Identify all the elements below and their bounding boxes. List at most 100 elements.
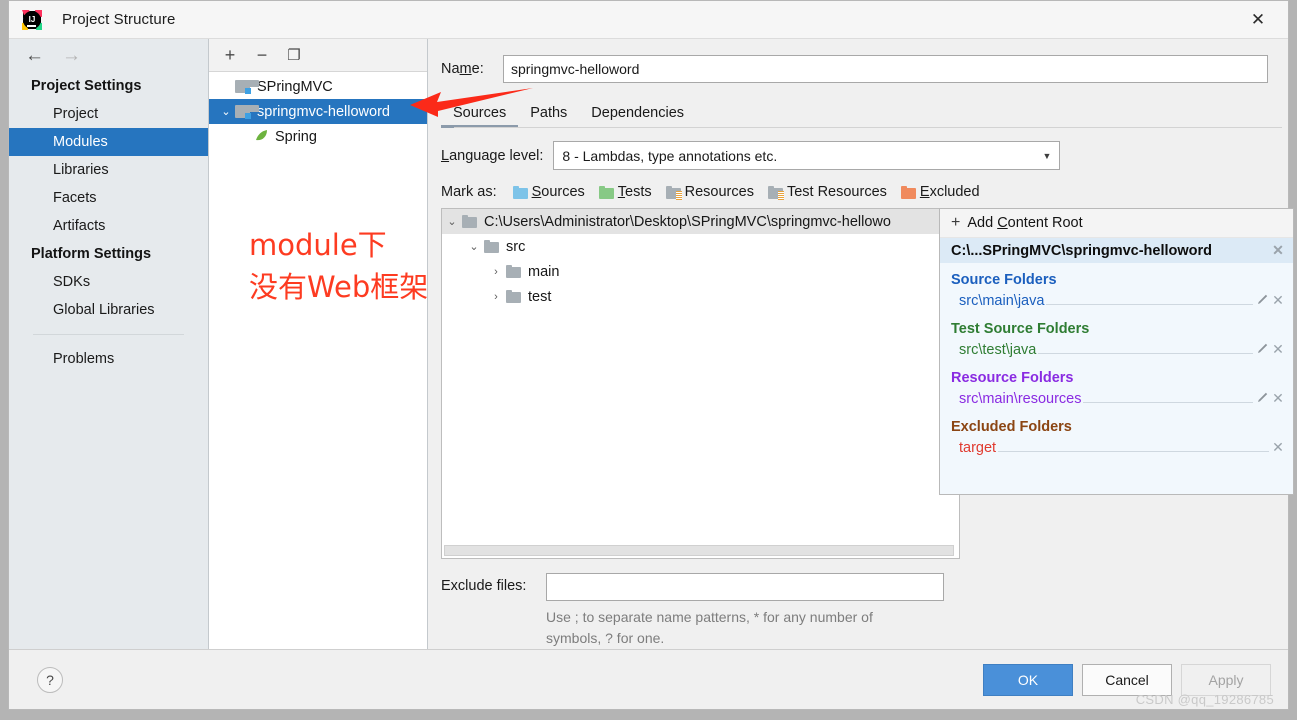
test-source-folder-path: src\test\java (959, 341, 1037, 358)
modules-tree: SPringMVC ⌄ springmvc-helloword Spring (209, 72, 427, 649)
back-arrow-icon[interactable]: ← (25, 46, 44, 65)
chevron-down-icon[interactable]: ⌄ (217, 105, 235, 118)
chevron-right-icon[interactable]: › (486, 291, 506, 303)
mark-as-tests-button[interactable]: Tests (598, 184, 652, 200)
sidebar-item-libraries[interactable]: Libraries (9, 156, 208, 184)
remove-excluded-folder-icon[interactable]: ✕ (1271, 439, 1285, 456)
sidebar-divider (33, 334, 184, 335)
close-icon[interactable]: ✕ (1228, 1, 1288, 38)
resource-folder-row[interactable]: src\main\resources ✕ (940, 387, 1293, 410)
chevron-down-icon[interactable]: ⌄ (464, 240, 484, 253)
remove-content-root-icon[interactable]: ✕ (1271, 242, 1285, 259)
plus-icon: + (951, 214, 961, 231)
sidebar-item-sdks[interactable]: SDKs (9, 268, 208, 296)
mark-as-test-resources-button[interactable]: Test Resources (767, 184, 887, 200)
sidebar-item-facets[interactable]: Facets (9, 184, 208, 212)
edit-pencil-icon[interactable] (1255, 342, 1271, 357)
mark-as-excluded-button[interactable]: Excluded (900, 184, 980, 200)
sidebar-item-modules[interactable]: Modules (9, 128, 208, 156)
content-root-tree: ⌄ C:\Users\Administrator\Desktop\SPringM… (441, 208, 960, 559)
chevron-down-icon[interactable]: ⌄ (442, 215, 462, 228)
exclude-hint-line1: Use ; to separate name patterns, * for a… (546, 609, 873, 625)
edit-pencil-icon[interactable] (1255, 293, 1271, 308)
content-tree-row-src[interactable]: ⌄ src (442, 234, 959, 259)
remove-source-folder-icon[interactable]: ✕ (1271, 292, 1285, 309)
folder-test-resources-icon (767, 185, 784, 200)
content-tree-row-label: test (528, 288, 552, 305)
content-tree-row-label: C:\Users\Administrator\Desktop\SPringMVC… (484, 213, 891, 230)
row-filler (1038, 342, 1253, 354)
mark-as-resources-button[interactable]: Resources (665, 184, 754, 200)
add-content-root-button[interactable]: + Add Content Root (940, 209, 1293, 238)
svg-text:IJ: IJ (29, 15, 36, 24)
excluded-folder-row[interactable]: target ✕ (940, 436, 1293, 459)
content-tree-row-label: main (528, 263, 560, 280)
module-tree-item-springmvc[interactable]: SPringMVC (209, 74, 427, 99)
mark-as-option-label: Excluded (919, 184, 980, 200)
mark-as-option-label: Test Resources (786, 184, 887, 200)
test-source-folder-row[interactable]: src\test\java ✕ (940, 338, 1293, 361)
content-tree-row-root[interactable]: ⌄ C:\Users\Administrator\Desktop\SPringM… (442, 209, 959, 234)
sidebar-item-project[interactable]: Project (9, 100, 208, 128)
exclude-files-label: Exclude files: (441, 578, 527, 594)
ok-button[interactable]: OK (983, 663, 1073, 696)
sidebar-group-project-settings: Project Settings (31, 78, 142, 94)
forward-arrow-icon[interactable]: → (62, 46, 81, 65)
mark-as-option-label: Sources (531, 184, 585, 200)
source-folder-path: src\main\java (959, 292, 1045, 309)
content-tree-row-main[interactable]: › main (442, 259, 959, 284)
module-name-input[interactable] (503, 55, 1268, 83)
sidebar-item-problems[interactable]: Problems (9, 345, 208, 373)
sidebar-item-artifacts[interactable]: Artifacts (9, 212, 208, 240)
sidebar-item-global-libraries[interactable]: Global Libraries (9, 296, 208, 324)
row-filler (1083, 391, 1253, 403)
mark-as-row: Mark as: Sources Tests Resources Test Re… (428, 170, 1288, 200)
source-folders-title: Source Folders (951, 272, 1057, 288)
language-level-select[interactable]: 8 - Lambdas, type annotations etc. ▼ (553, 141, 1061, 170)
project-structure-dialog: IJ Project Structure ✕ ← → Project Setti… (8, 0, 1294, 710)
modules-toolbar: + − ❐ (209, 39, 427, 72)
excluded-folder-path: target (959, 439, 997, 456)
folder-icon (506, 290, 521, 303)
remove-test-source-folder-icon[interactable]: ✕ (1271, 341, 1285, 358)
tab-sources[interactable]: Sources (441, 105, 519, 128)
copy-module-icon[interactable]: ❐ (285, 48, 303, 63)
mark-as-option-label: Tests (617, 184, 652, 200)
row-filler (998, 440, 1269, 452)
watermark-text: CSDN @qq_19286785 (1135, 692, 1274, 707)
chevron-right-icon[interactable]: › (486, 266, 506, 278)
chevron-down-icon[interactable]: ▼ (1042, 151, 1051, 161)
help-button[interactable]: ? (37, 666, 63, 693)
mark-as-option-label: Resources (684, 184, 754, 200)
folder-green-icon (598, 185, 614, 199)
module-tree-item-springmvc-helloword[interactable]: ⌄ springmvc-helloword (209, 99, 427, 124)
tab-paths[interactable]: Paths (518, 105, 579, 128)
desktop-backdrop-left (0, 0, 8, 720)
edit-pencil-icon[interactable] (1255, 391, 1271, 406)
row-filler (1046, 293, 1253, 305)
add-module-icon[interactable]: + (221, 46, 239, 64)
module-folder-icon (235, 105, 259, 119)
module-name-label: Name: (441, 61, 484, 77)
tab-dependencies[interactable]: Dependencies (579, 105, 696, 128)
cancel-button[interactable]: Cancel (1082, 663, 1172, 696)
horizontal-scrollbar[interactable] (443, 544, 958, 557)
sidebar-group-platform-settings: Platform Settings (31, 246, 152, 262)
folder-resources-icon (665, 185, 682, 200)
remove-module-icon[interactable]: − (253, 46, 271, 64)
exclude-files-hint: Use ; to separate name patterns, * for a… (428, 601, 928, 649)
exclude-files-input[interactable] (546, 573, 944, 601)
exclude-hint-line2: symbols, ? for one. (546, 630, 665, 646)
intellij-idea-logo-icon: IJ (21, 9, 43, 31)
module-name-row: Name: (428, 39, 1288, 83)
add-content-root-label: Add Content Root (967, 215, 1083, 231)
resource-folder-path: src\main\resources (959, 390, 1082, 407)
mark-as-sources-button[interactable]: Sources (512, 184, 585, 200)
remove-resource-folder-icon[interactable]: ✕ (1271, 390, 1285, 407)
content-tree-row-test[interactable]: › test (442, 284, 959, 309)
scrollbar-thumb[interactable] (444, 545, 954, 556)
source-folder-row[interactable]: src\main\java ✕ (940, 289, 1293, 312)
dialog-footer: ? OK Cancel Apply CSDN @qq_19286785 (9, 649, 1288, 709)
module-tree-item-spring-facet[interactable]: Spring (209, 124, 427, 149)
apply-button[interactable]: Apply (1181, 663, 1271, 696)
